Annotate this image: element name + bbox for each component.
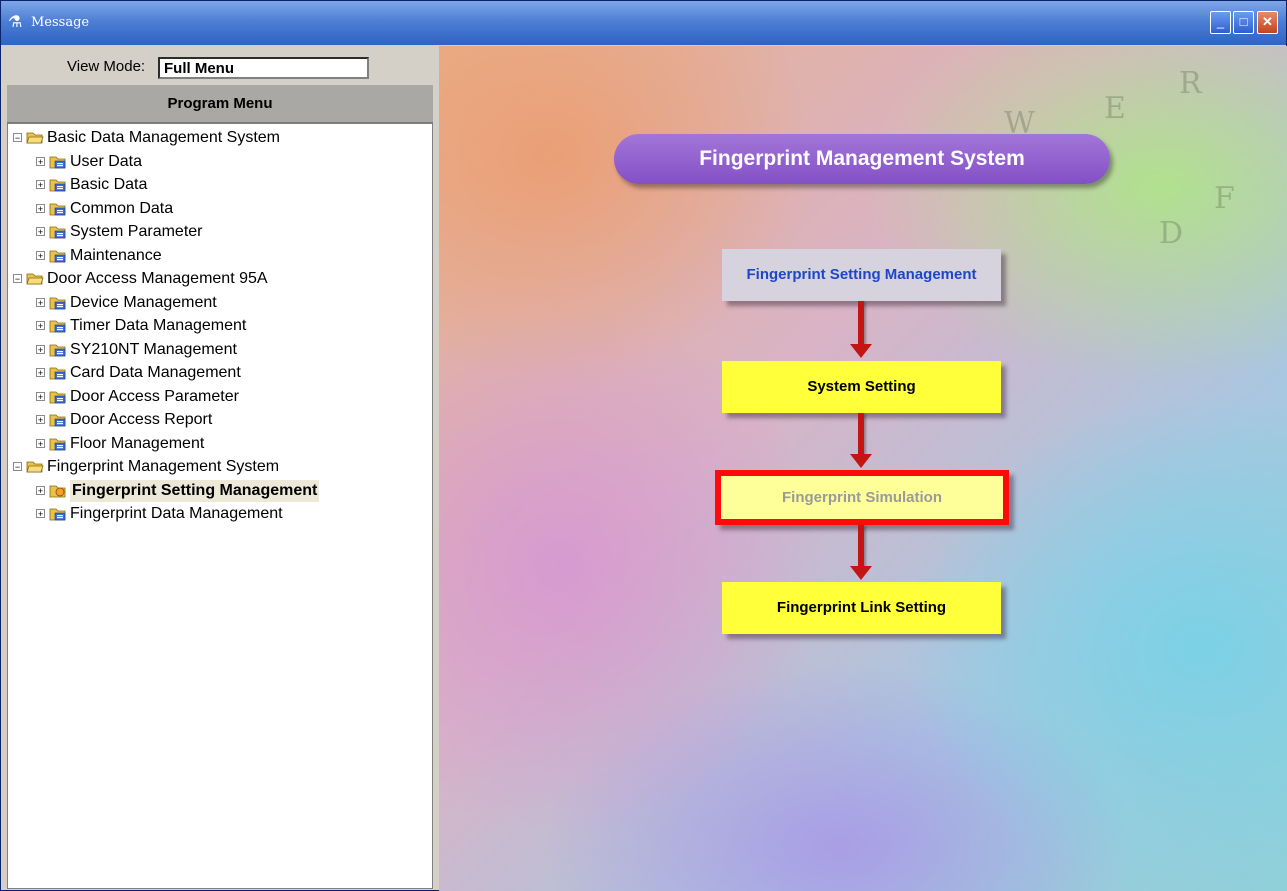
- expand-plus-icon[interactable]: +: [36, 203, 45, 213]
- minimize-icon: _: [1216, 14, 1225, 29]
- tree-item-label: Common Data: [70, 199, 174, 217]
- folder-form-icon: [49, 318, 67, 333]
- view-mode-select[interactable]: Full Menu ▼: [158, 57, 591, 79]
- tree-item-label: SY210NT Management: [70, 340, 237, 358]
- tree-item-label: Fingerprint Setting Management: [70, 479, 320, 502]
- collapse-minus-icon[interactable]: −: [13, 462, 22, 472]
- tree-item-label: User Data: [70, 152, 143, 170]
- collapse-minus-icon[interactable]: −: [13, 274, 22, 284]
- tree-item-label: Device Management: [70, 293, 217, 311]
- expand-plus-icon[interactable]: +: [36, 180, 45, 190]
- folder-open-icon: [26, 271, 44, 286]
- flow-panel: W E R D F Fingerprint Management System …: [439, 46, 1287, 891]
- view-mode-label: View Mode:: [67, 58, 146, 75]
- message-window: ⚗ Message _ □ ✕ View Mode: Full Menu ▼ P…: [0, 0, 1287, 891]
- folder-form-icon: [49, 295, 67, 310]
- flow-arrow-icon: [850, 301, 872, 358]
- collapse-minus-icon[interactable]: −: [13, 133, 22, 143]
- expand-plus-icon[interactable]: +: [36, 344, 45, 354]
- maximize-icon: □: [1239, 14, 1248, 29]
- program-menu-tree[interactable]: − Basic Data Management System + User Data +…: [7, 123, 433, 889]
- folder-form-icon: [49, 436, 67, 451]
- tree-item-label: Fingerprint Management System: [47, 458, 280, 475]
- folder-form-icon: [49, 342, 67, 357]
- tree-item-label: Door Access Management 95A: [47, 270, 268, 287]
- close-button[interactable]: ✕: [1257, 11, 1278, 34]
- system-setting-button[interactable]: System Setting: [722, 361, 1001, 413]
- program-menu-header: Program Menu: [7, 85, 433, 123]
- tree-item-label: Door Access Report: [70, 411, 213, 428]
- tree-item-label: Door Access Parameter: [70, 387, 239, 405]
- tree-item-label: Card Data Management: [70, 364, 241, 381]
- keyboard-key-decoration: R: [1179, 66, 1202, 101]
- view-mode-row: View Mode: Full Menu ▼: [6, 54, 591, 80]
- expand-plus-icon[interactable]: +: [36, 438, 45, 448]
- folder-active-icon: [49, 483, 67, 498]
- flow-arrow-icon: [850, 413, 872, 468]
- tree-item-label: Basic Data Management System: [47, 129, 280, 146]
- fingerprint-setting-management-box[interactable]: Fingerprint Setting Management: [722, 249, 1001, 301]
- expand-plus-icon[interactable]: +: [36, 485, 45, 495]
- folder-form-icon: [49, 177, 67, 192]
- keyboard-key-decoration: E: [1104, 91, 1126, 126]
- tree-item-label: Basic Data: [70, 176, 148, 193]
- flow-arrow-icon: [850, 525, 872, 580]
- fingerprint-simulation-button[interactable]: Fingerprint Simulation: [715, 470, 1009, 525]
- maximize-button[interactable]: □: [1233, 11, 1254, 34]
- left-pane: View Mode: Full Menu ▼ Program Menu − Bas…: [6, 46, 591, 889]
- expand-plus-icon[interactable]: +: [36, 368, 45, 378]
- view-mode-value: Full Menu: [164, 60, 234, 77]
- tree-item-label: Fingerprint Data Management: [70, 505, 283, 522]
- folder-form-icon: [49, 248, 67, 263]
- folder-open-icon: [26, 130, 44, 145]
- expand-plus-icon[interactable]: +: [36, 297, 45, 307]
- expand-plus-icon[interactable]: +: [36, 250, 45, 260]
- expand-plus-icon[interactable]: +: [36, 415, 45, 425]
- folder-form-icon: [49, 412, 67, 427]
- folder-form-icon: [49, 201, 67, 216]
- minimize-button[interactable]: _: [1210, 11, 1231, 34]
- expand-plus-icon[interactable]: +: [36, 321, 45, 331]
- expand-plus-icon[interactable]: +: [36, 391, 45, 401]
- flow-banner: Fingerprint Management System: [614, 134, 1110, 184]
- expand-plus-icon[interactable]: +: [36, 509, 45, 519]
- expand-plus-icon[interactable]: +: [36, 227, 45, 237]
- keyboard-key-decoration: D: [1159, 216, 1184, 251]
- folder-form-icon: [49, 154, 67, 169]
- title-bar[interactable]: ⚗ Message _ □ ✕: [1, 1, 1286, 45]
- folder-open-icon: [26, 459, 44, 474]
- tree-item-label: Timer Data Management: [70, 317, 247, 334]
- folder-form-icon: [49, 365, 67, 380]
- folder-form-icon: [49, 224, 67, 239]
- tree-item-label: Maintenance: [70, 246, 162, 264]
- window-title: Message: [31, 15, 90, 30]
- expand-plus-icon[interactable]: +: [36, 156, 45, 166]
- folder-form-icon: [49, 389, 67, 404]
- tree-item-label: System Parameter: [70, 223, 203, 240]
- fingerprint-link-setting-button[interactable]: Fingerprint Link Setting: [722, 582, 1001, 634]
- folder-form-icon: [49, 506, 67, 521]
- close-icon: ✕: [1262, 14, 1273, 29]
- fingerprint-simulation-label: Fingerprint Simulation: [721, 476, 1003, 519]
- app-person-icon: ⚗: [8, 14, 23, 31]
- keyboard-key-decoration: F: [1214, 181, 1235, 216]
- tree-item-label: Floor Management: [70, 434, 205, 452]
